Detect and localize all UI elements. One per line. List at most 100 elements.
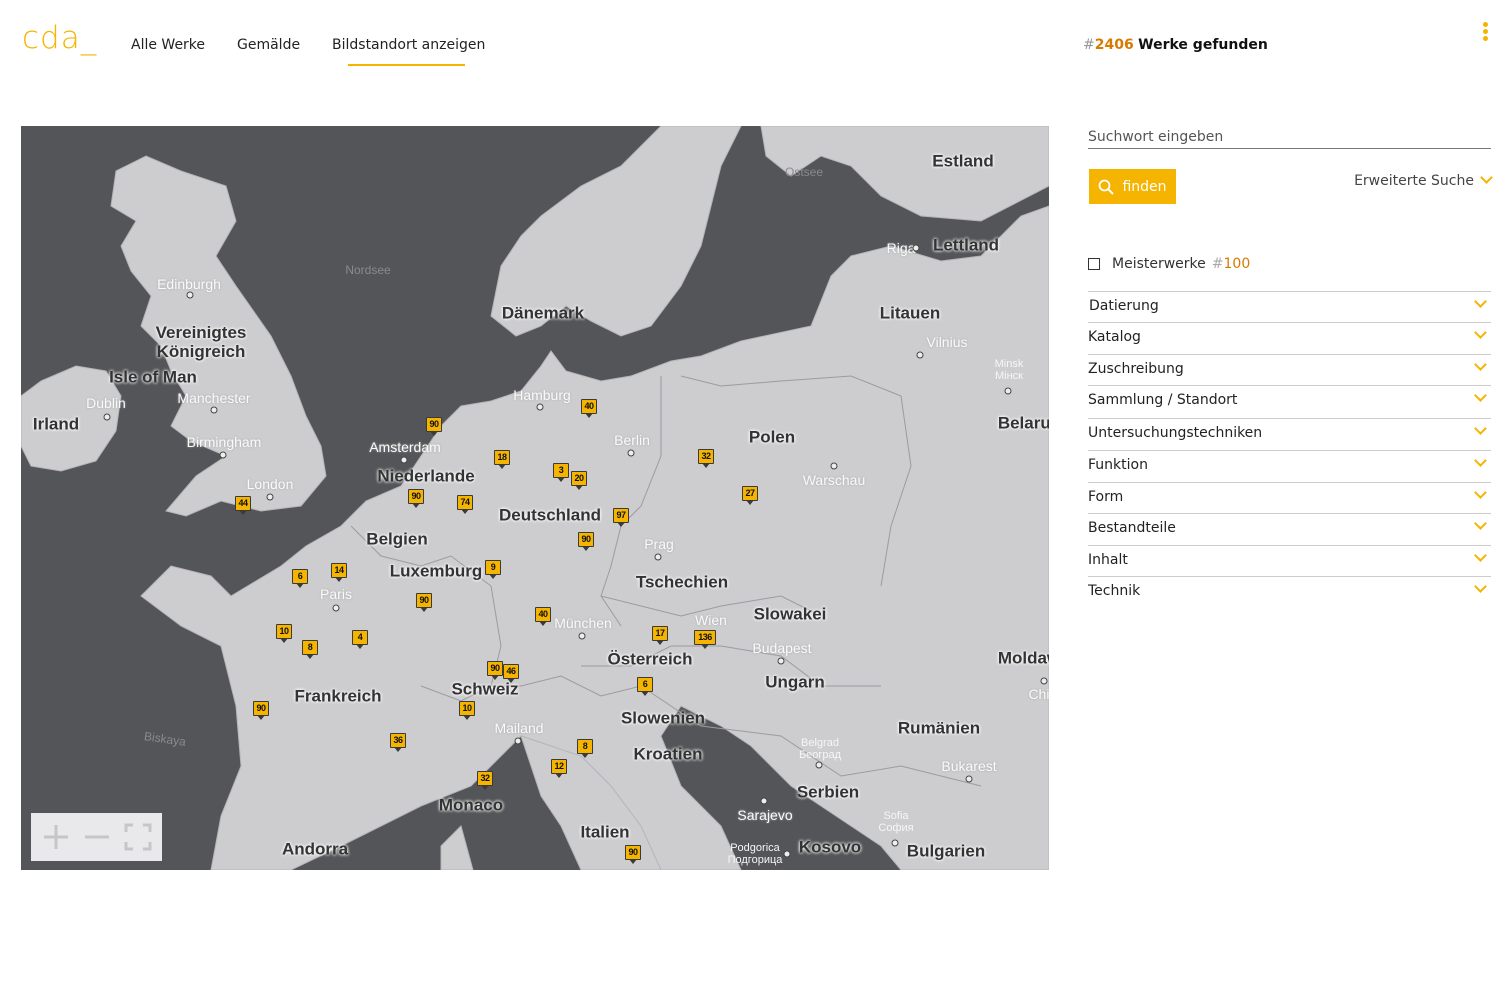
location-marker[interactable]: 6 <box>292 569 308 588</box>
city-label-manchester: Manchester <box>177 390 251 406</box>
marker-count: 17 <box>652 626 668 641</box>
location-marker[interactable]: 18 <box>494 450 510 469</box>
location-marker[interactable]: 44 <box>235 496 251 515</box>
location-marker[interactable]: 36 <box>390 733 406 752</box>
map-basemap <box>21 126 1049 870</box>
city-dot <box>777 657 785 665</box>
marker-pin-tip <box>306 654 314 659</box>
chevron-down-icon <box>1474 517 1487 530</box>
country-label-monaco: Monaco <box>439 796 503 815</box>
facet-label: Datierung <box>1089 298 1159 314</box>
logo[interactable]: cda_ <box>22 20 97 56</box>
marker-count: 90 <box>426 417 442 432</box>
location-marker[interactable]: 97 <box>613 508 629 527</box>
location-marker[interactable]: 9 <box>485 560 501 579</box>
city-dot <box>266 493 274 501</box>
location-marker[interactable]: 74 <box>457 495 473 514</box>
location-marker[interactable]: 4 <box>352 630 368 649</box>
facet-label: Untersuchungstechniken <box>1088 425 1263 441</box>
location-marker[interactable]: 32 <box>698 449 714 468</box>
location-marker[interactable]: 90 <box>416 593 432 612</box>
chevron-down-icon <box>1474 549 1487 562</box>
facet-label: Form <box>1088 489 1124 505</box>
city-dot <box>103 413 111 421</box>
zoom-out-button[interactable] <box>81 821 113 853</box>
facet-list: Datierung Katalog Zuschreibung Sammlung / S… <box>1088 291 1491 607</box>
location-marker[interactable]: 90 <box>578 532 594 551</box>
location-marker[interactable]: 3 <box>553 463 569 482</box>
advanced-search-toggle[interactable]: Erweiterte Suche <box>1354 171 1493 189</box>
country-label-line: Moldaw <box>997 648 1049 668</box>
country-label-italien: Italien <box>580 823 629 842</box>
fullscreen-button[interactable] <box>122 821 154 853</box>
country-label-line: Estland <box>932 151 994 171</box>
map-view[interactable]: Nordsee Ostsee Biskaya Edinburgh Dublin Manch… <box>21 126 1049 870</box>
city-label-riga: Riga <box>886 240 916 256</box>
city-label-london: London <box>246 476 294 492</box>
nav-all-works[interactable]: Alle Werke <box>131 37 205 53</box>
zoom-in-button[interactable] <box>40 821 72 853</box>
masterworks-filter[interactable]: Meisterwerke #100 <box>1088 256 1250 272</box>
location-marker[interactable]: 90 <box>253 701 269 720</box>
city-dot <box>783 850 791 858</box>
marker-count: 36 <box>390 733 406 748</box>
location-marker[interactable]: 136 <box>694 630 716 649</box>
location-marker[interactable]: 8 <box>577 739 593 758</box>
menu-dots-icon[interactable] <box>1480 22 1490 44</box>
location-marker[interactable]: 17 <box>652 626 668 645</box>
location-marker[interactable]: 12 <box>551 759 567 778</box>
location-marker[interactable]: 14 <box>331 563 347 582</box>
advanced-search-label: Erweiterte Suche <box>1354 173 1474 189</box>
facet-form[interactable]: Form <box>1088 482 1491 513</box>
location-marker[interactable]: 27 <box>742 486 758 505</box>
marker-pin-tip <box>420 607 428 612</box>
location-marker[interactable]: 20 <box>571 471 587 490</box>
location-marker[interactable]: 6 <box>637 677 653 696</box>
facet-sammlung-standort[interactable]: Sammlung / Standort <box>1088 385 1491 418</box>
marker-pin-tip <box>656 640 664 645</box>
location-marker[interactable]: 90 <box>487 661 503 680</box>
city-dot <box>332 604 340 612</box>
city-label-amsterdam: Amsterdam <box>369 439 441 455</box>
facet-datierung[interactable]: Datierung <box>1088 291 1491 322</box>
chevron-down-icon <box>1474 422 1487 435</box>
marker-count: 97 <box>613 508 629 523</box>
marker-count: 10 <box>276 624 292 639</box>
location-marker[interactable]: 90 <box>408 489 424 508</box>
location-marker[interactable]: 32 <box>477 771 493 790</box>
location-marker[interactable]: 10 <box>459 701 475 720</box>
facet-label: Funktion <box>1088 457 1148 473</box>
location-marker[interactable]: 8 <box>302 640 318 659</box>
country-label-line: Polen <box>748 427 796 447</box>
facet-zuschreibung[interactable]: Zuschreibung <box>1088 354 1491 385</box>
location-marker[interactable]: 40 <box>581 399 597 418</box>
location-marker[interactable]: 40 <box>535 607 551 626</box>
location-marker[interactable]: 10 <box>276 624 292 643</box>
nav-paintings[interactable]: Gemälde <box>237 37 300 53</box>
facet-inhalt[interactable]: Inhalt <box>1088 545 1491 576</box>
marker-pin-tip <box>582 546 590 551</box>
location-marker[interactable]: 90 <box>426 417 442 436</box>
location-marker[interactable]: 46 <box>503 664 519 683</box>
marker-pin-tip <box>335 577 343 582</box>
city-dot <box>219 451 227 459</box>
facet-funktion[interactable]: Funktion <box>1088 450 1491 482</box>
marker-pin-tip <box>585 413 593 418</box>
marker-count: 12 <box>551 759 567 774</box>
city-label-belgrad: Belgrad Београд <box>799 737 841 761</box>
masterworks-checkbox[interactable] <box>1088 258 1100 270</box>
facet-bestandteile[interactable]: Bestandteile <box>1088 513 1491 545</box>
facet-katalog[interactable]: Katalog <box>1088 322 1491 354</box>
search-input[interactable] <box>1088 126 1491 149</box>
nav-show-location[interactable]: Bildstandort anzeigen <box>332 37 485 66</box>
country-label-danemark: Dänemark <box>502 304 584 323</box>
marker-pin-tip <box>498 464 506 469</box>
country-label-luxemburg: Luxemburg <box>390 562 483 581</box>
city-label-dublin: Dublin <box>86 395 126 411</box>
find-button[interactable]: finden <box>1089 169 1176 204</box>
facet-technik[interactable]: Technik <box>1088 576 1491 607</box>
city-dot <box>891 839 899 847</box>
marker-pin-tip <box>461 509 469 514</box>
location-marker[interactable]: 90 <box>625 845 641 864</box>
facet-untersuchungstechniken[interactable]: Untersuchungstechniken <box>1088 418 1491 450</box>
